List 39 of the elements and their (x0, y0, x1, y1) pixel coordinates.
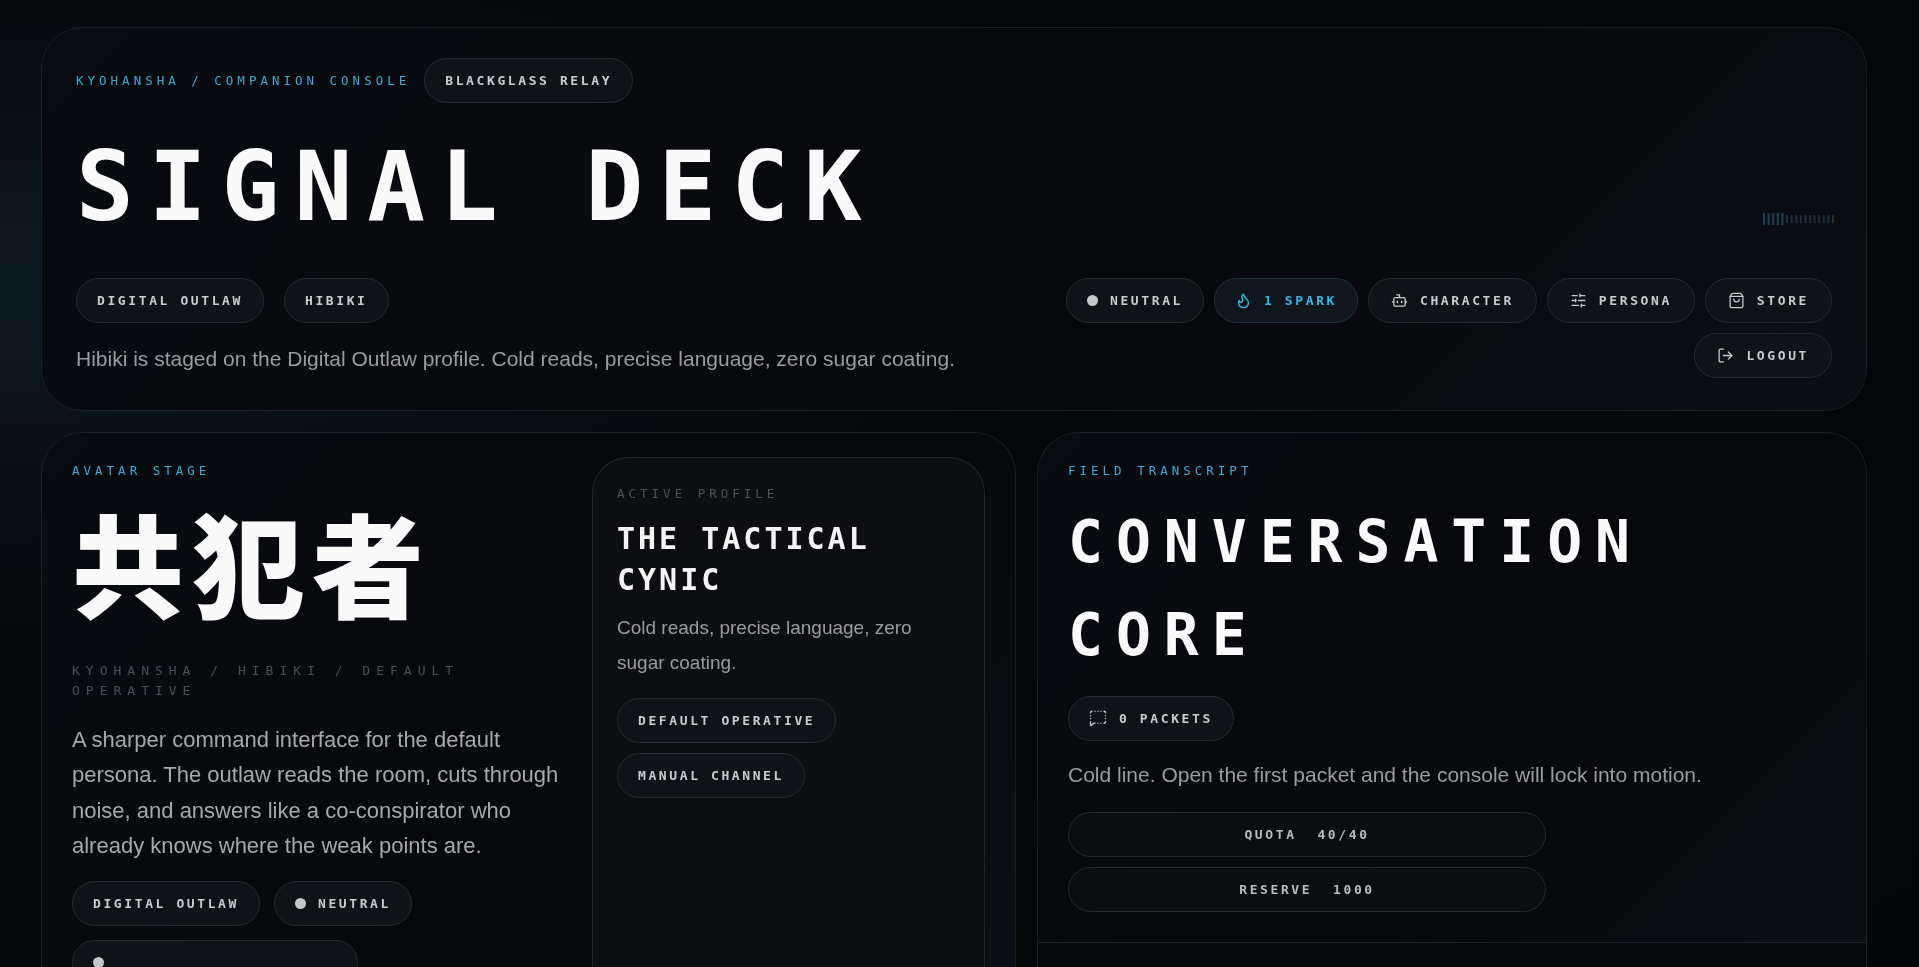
packet-counter: 0 PACKETS (1068, 695, 1234, 741)
tag-pill: DEFAULT OPERATIVE (617, 698, 837, 744)
kanji-title: 共犯者 (72, 500, 433, 624)
section-title: CONVERSATION CORE (1068, 507, 1645, 671)
transcript-hint: Cold line. Open the first packet and the console will lock into motion. (1068, 761, 1703, 788)
persona-button[interactable]: PERSONA (1546, 277, 1695, 323)
quota-pill: RESERVE 1000 (1068, 867, 1546, 913)
signal-bars-icon (1763, 213, 1837, 225)
section-label: AVATAR STAGE (72, 463, 212, 478)
profile-description: Hibiki is staged on the Digital Outlaw profile. Cold reads, precise language, zero sugar coating. (76, 345, 955, 372)
logout-button[interactable]: LOGOUT (1694, 332, 1832, 378)
quota-pill: QUOTA 40/40 (1068, 812, 1546, 858)
status-dot-icon (295, 897, 306, 909)
page-title: SIGNAL DECK (76, 137, 877, 238)
tag-pill: MANUAL CHANNEL (617, 753, 805, 799)
tag-pill: DIGITAL OUTLAW (72, 880, 260, 926)
profile-description: Cold reads, precise language, zero sugar coating. (617, 616, 913, 676)
profile-path: KYOHANSHA / HIBIKI / DEFAULT OPERATIVE (72, 662, 461, 700)
breadcrumb-label: KYOHANSHA / COMPANION CONSOLE (76, 73, 411, 88)
status-dot-icon (93, 956, 104, 967)
relay-badge: BLACKGLASS RELAY (424, 58, 634, 103)
status-pill: NEUTRAL (274, 880, 412, 926)
avatar-description: A sharper command interface for the default persona. The outlaw reads the room, cuts through noise, and answers like a co-conspirator who already knows where the weak points are. (72, 726, 560, 860)
sliders-icon (1569, 291, 1587, 309)
flame-icon (1235, 291, 1252, 309)
character-button[interactable]: CHARACTER (1368, 277, 1537, 323)
profile-title: THE TACTICAL CYNIC (617, 520, 871, 599)
section-label: FIELD TRANSCRIPT (1068, 463, 1254, 478)
status-pill: NEUTRAL (1066, 277, 1204, 323)
store-button[interactable]: STORE (1704, 277, 1832, 323)
logout-icon (1717, 346, 1735, 364)
tag-pill: HIBIKI (284, 277, 389, 323)
robot-icon (1391, 291, 1408, 309)
tag-pill: DIGITAL OUTLAW (76, 277, 264, 323)
spark-counter: 1 SPARK (1214, 277, 1358, 323)
chat-bubble-icon (1089, 709, 1107, 728)
status-dot-icon (1087, 294, 1098, 306)
section-label: ACTIVE PROFILE (617, 486, 780, 501)
shopping-bag-icon (1727, 291, 1745, 309)
